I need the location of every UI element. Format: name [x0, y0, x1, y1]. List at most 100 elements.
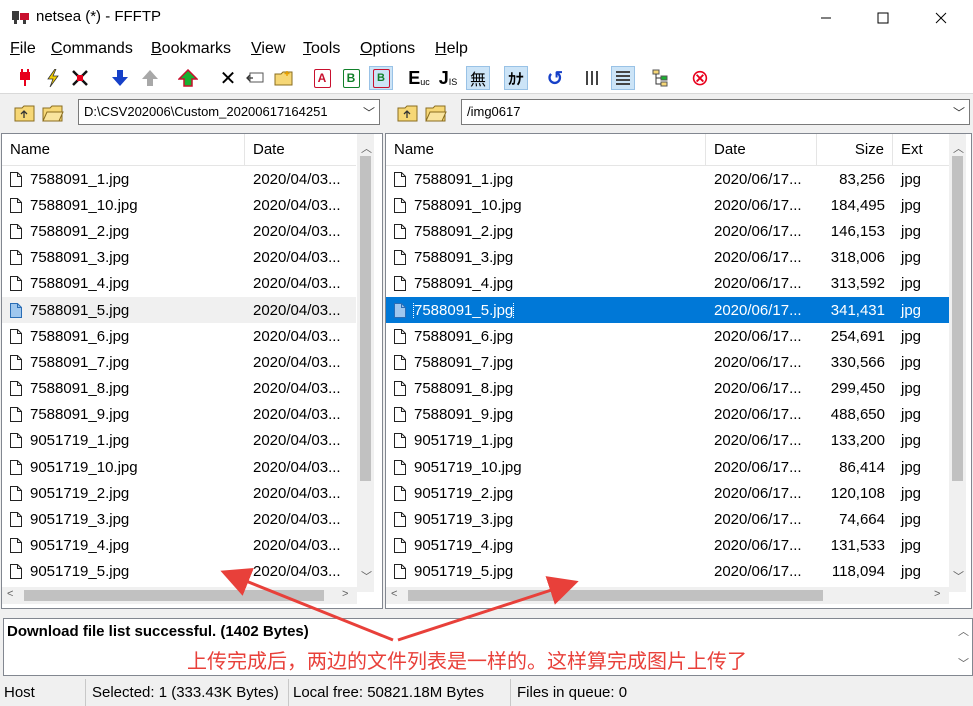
refresh-button[interactable]: ↺ [543, 66, 567, 90]
local-file-list[interactable]: Name Date 7588091_1.jpg 2020/04/03... 7588… [1, 133, 383, 609]
remote-column-name[interactable]: Name [386, 134, 706, 166]
make-directory-button[interactable] [272, 66, 296, 90]
remote-file-row[interactable]: 7588091_4.jpg 2020/06/17... 313,592 jpg [386, 271, 949, 297]
scroll-down-icon[interactable]: ﹀ [958, 655, 969, 671]
remote-path-combobox[interactable]: /img0617 ﹀ [461, 99, 970, 125]
local-column-name[interactable]: Name [2, 134, 245, 166]
remote-file-row[interactable]: 7588091_8.jpg 2020/06/17... 299,450 jpg [386, 376, 949, 402]
chevron-down-icon[interactable]: ﹀ [953, 104, 965, 121]
rename-button[interactable] [243, 66, 267, 90]
remote-horizontal-scrollbar[interactable]: < > [386, 587, 949, 604]
maximize-button[interactable] [860, 0, 906, 35]
remote-file-row[interactable]: 7588091_10.jpg 2020/06/17... 184,495 jpg [386, 192, 949, 218]
local-file-row[interactable]: 7588091_4.jpg 2020/04/03... [2, 271, 356, 297]
local-horizontal-scrollbar[interactable]: < > [2, 587, 357, 604]
local-file-row[interactable]: 7588091_7.jpg 2020/04/03... [2, 349, 356, 375]
scroll-up-icon[interactable]: ︿ [953, 140, 964, 156]
remote-file-row[interactable]: 7588091_1.jpg 2020/06/17... 83,256 jpg [386, 166, 949, 192]
local-file-row[interactable]: 7588091_5.jpg 2020/04/03... [2, 296, 356, 324]
mirror-upload-button[interactable] [176, 66, 200, 90]
local-file-row[interactable]: 7588091_6.jpg 2020/04/03... [2, 323, 356, 349]
local-path-combobox[interactable]: D:\CSV202006\Custom_20200617164251 ﹀ [78, 99, 380, 125]
download-button[interactable] [108, 66, 132, 90]
local-file-row[interactable]: 9051719_4.jpg 2020/04/03... [2, 533, 356, 559]
quick-connect-button[interactable] [41, 66, 65, 90]
log-vertical-scrollbar[interactable]: ︿ ﹀ [955, 619, 972, 675]
minimize-button[interactable] [803, 0, 849, 35]
remote-parent-folder-icon[interactable] [397, 103, 419, 123]
local-file-row[interactable]: 7588091_10.jpg 2020/04/03... [2, 192, 356, 218]
menu-bookmarks[interactable]: Bookmarks [151, 40, 231, 58]
local-file-row[interactable]: 9051719_1.jpg 2020/04/03... [2, 428, 356, 454]
menu-commands[interactable]: Commands [51, 40, 133, 58]
remote-column-size[interactable]: Size [817, 134, 893, 166]
local-file-row[interactable]: 9051719_3.jpg 2020/04/03... [2, 506, 356, 532]
sync-tree-button[interactable] [649, 66, 673, 90]
remote-file-row[interactable]: 9051719_2.jpg 2020/06/17... 120,108 jpg [386, 480, 949, 506]
connect-button[interactable] [13, 66, 37, 90]
remote-file-row[interactable]: 7588091_2.jpg 2020/06/17... 146,153 jpg [386, 218, 949, 244]
remote-file-row[interactable]: 9051719_3.jpg 2020/06/17... 74,664 jpg [386, 506, 949, 532]
local-file-row[interactable]: 9051719_10.jpg 2020/04/03... [2, 454, 356, 480]
local-column-date[interactable]: Date [245, 134, 356, 166]
remote-vertical-scrollbar[interactable]: ︿ ﹀ [949, 134, 966, 592]
menu-options[interactable]: Options [360, 40, 415, 58]
scroll-right-icon[interactable]: > [342, 588, 348, 600]
chevron-down-icon[interactable]: ﹀ [363, 104, 375, 121]
list-view-button[interactable] [581, 66, 605, 90]
remote-column-ext[interactable]: Ext [893, 134, 949, 166]
disconnect-button[interactable] [68, 66, 92, 90]
remote-file-row[interactable]: 9051719_10.jpg 2020/06/17... 86,414 jpg [386, 454, 949, 480]
local-file-row[interactable]: 7588091_8.jpg 2020/04/03... [2, 376, 356, 402]
local-vertical-scrollbar[interactable]: ︿ ﹀ [357, 134, 374, 592]
delete-button[interactable]: ✕ [216, 66, 240, 90]
local-hscroll-thumb[interactable] [24, 590, 324, 601]
upload-button[interactable] [138, 66, 162, 90]
remote-hscroll-thumb[interactable] [408, 590, 823, 601]
local-file-row[interactable]: 9051719_5.jpg 2020/04/03... [2, 559, 356, 585]
remote-vscroll-thumb[interactable] [952, 156, 963, 481]
scroll-left-icon[interactable]: < [7, 588, 13, 600]
remote-file-row[interactable]: 9051719_1.jpg 2020/06/17... 133,200 jpg [386, 428, 949, 454]
remote-file-row[interactable]: 9051719_5.jpg 2020/06/17... 118,094 jpg [386, 559, 949, 585]
scroll-up-icon[interactable]: ︿ [958, 623, 969, 639]
remote-file-row[interactable]: 7588091_7.jpg 2020/06/17... 330,566 jpg [386, 349, 949, 375]
local-open-folder-icon[interactable] [42, 103, 64, 123]
binary-mode-button[interactable]: B [339, 66, 363, 90]
remote-file-list[interactable]: Name Date Size Ext 7588091_1.jpg 2020/06/… [385, 133, 972, 609]
file-icon [10, 407, 22, 423]
scroll-down-icon[interactable]: ﹀ [361, 568, 372, 584]
local-file-row[interactable]: 7588091_2.jpg 2020/04/03... [2, 218, 356, 244]
scroll-right-icon[interactable]: > [934, 588, 940, 600]
remote-file-row[interactable]: 7588091_6.jpg 2020/06/17... 254,691 jpg [386, 323, 949, 349]
remote-column-date[interactable]: Date [706, 134, 817, 166]
local-file-row[interactable]: 7588091_1.jpg 2020/04/03... [2, 166, 356, 192]
local-file-row[interactable]: 7588091_3.jpg 2020/04/03... [2, 245, 356, 271]
file-icon [10, 512, 22, 528]
remote-open-folder-icon[interactable] [425, 103, 447, 123]
local-vscroll-thumb[interactable] [360, 156, 371, 481]
kana-button[interactable]: ｶﾅ [504, 66, 528, 90]
remote-file-row[interactable]: 7588091_3.jpg 2020/06/17... 318,006 jpg [386, 245, 949, 271]
remote-file-row[interactable]: 9051719_4.jpg 2020/06/17... 131,533 jpg [386, 533, 949, 559]
remote-file-row[interactable]: 7588091_9.jpg 2020/06/17... 488,650 jpg [386, 402, 949, 428]
no-conversion-button[interactable]: 無 [466, 66, 490, 90]
stop-button[interactable]: ⊗ [688, 65, 712, 90]
ascii-mode-button[interactable]: A [310, 66, 334, 90]
local-parent-folder-icon[interactable] [14, 103, 36, 123]
close-button[interactable] [918, 0, 964, 35]
scroll-up-icon[interactable]: ︿ [361, 140, 372, 156]
scroll-left-icon[interactable]: < [391, 588, 397, 600]
jis-button[interactable]: J IS [436, 66, 460, 90]
remote-file-row[interactable]: 7588091_5.jpg 2020/06/17... 341,431 jpg [386, 296, 949, 324]
local-file-row[interactable]: 7588091_9.jpg 2020/04/03... [2, 402, 356, 428]
menu-help[interactable]: Help [435, 40, 468, 58]
scroll-down-icon[interactable]: ﹀ [953, 568, 964, 584]
detail-view-button[interactable] [611, 66, 635, 90]
auto-mode-button[interactable]: B [369, 66, 393, 90]
menu-view[interactable]: View [251, 40, 285, 58]
local-file-row[interactable]: 9051719_2.jpg 2020/04/03... [2, 480, 356, 506]
menu-tools[interactable]: Tools [303, 40, 340, 58]
menu-file[interactable]: File [10, 40, 36, 58]
euc-button[interactable]: Euc [407, 66, 431, 90]
